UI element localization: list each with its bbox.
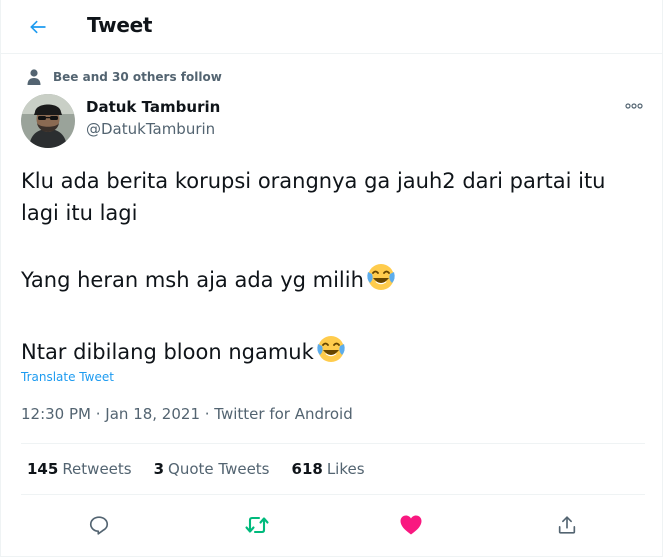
retweets-count: 145 [27,460,59,478]
reply-icon [89,516,109,535]
retweet-icon [245,516,269,534]
avatar[interactable] [21,94,75,148]
author-username[interactable]: @DatukTamburin [86,120,215,138]
tweet-source[interactable]: Twitter for Android [214,405,352,423]
tweet-text: Klu ada berita korupsi orangnya ga jauh2… [21,165,641,373]
likes-label: Likes [326,460,365,478]
retweets-stat[interactable]: 145 Retweets [27,460,132,478]
like-button[interactable] [396,510,426,540]
tweet-paragraph: Klu ada berita korupsi orangnya ga jauh2… [21,169,606,225]
author-display-name[interactable]: Datuk Tamburin [86,98,220,116]
person-icon [27,69,41,85]
share-icon [558,516,576,534]
heart-icon [400,515,422,535]
quote-tweets-count: 3 [153,460,165,478]
tweet-paragraph: Yang heran msh aja ada yg milih [21,262,641,301]
more-horizontal-icon [625,103,643,109]
share-button[interactable] [552,510,582,540]
quote-tweets-stat[interactable]: 3 Quote Tweets [154,460,270,478]
tweet-meta: 12:30 PM · Jan 18, 2021 · Twitter for An… [21,405,353,423]
divider [21,443,645,444]
tweet-paragraph-text: Yang heran msh aja ada yg milih [21,268,364,292]
face-with-tears-of-joy-icon [316,334,346,373]
page-title: Tweet [87,13,153,37]
social-context[interactable]: Bee and 30 others follow [23,67,222,87]
arrow-left-icon [30,20,46,34]
quote-tweets-label: Quote Tweets [168,460,270,478]
divider [21,494,645,495]
likes-count: 618 [291,460,323,478]
meta-separator: · [90,405,106,423]
reply-button[interactable] [84,510,114,540]
tweet-paragraph: Ntar dibilang bloon ngamuk [21,334,641,373]
face-with-tears-of-joy-icon [366,262,396,301]
translate-tweet-link[interactable]: Translate Tweet [21,370,114,384]
retweets-label: Retweets [62,460,132,478]
tweet-stats: 145 Retweets 3 Quote Tweets 618 Likes [27,460,365,478]
likes-stat[interactable]: 618 Likes [292,460,365,478]
avatar-image [21,94,75,148]
tweet-page: Tweet Bee and 30 others follow Datuk Tam… [0,0,663,557]
tweet-paragraph-text: Ntar dibilang bloon ngamuk [21,340,314,364]
header-divider [1,53,663,54]
tweet-date[interactable]: Jan 18, 2021 [105,405,200,423]
tweet-time[interactable]: 12:30 PM [21,405,91,423]
retweet-button[interactable] [242,510,272,540]
social-context-text: Bee and 30 others follow [53,70,222,84]
back-button[interactable] [23,12,53,42]
meta-separator: · [199,405,215,423]
page-header: Tweet [1,0,663,53]
more-options-button[interactable] [619,96,649,116]
